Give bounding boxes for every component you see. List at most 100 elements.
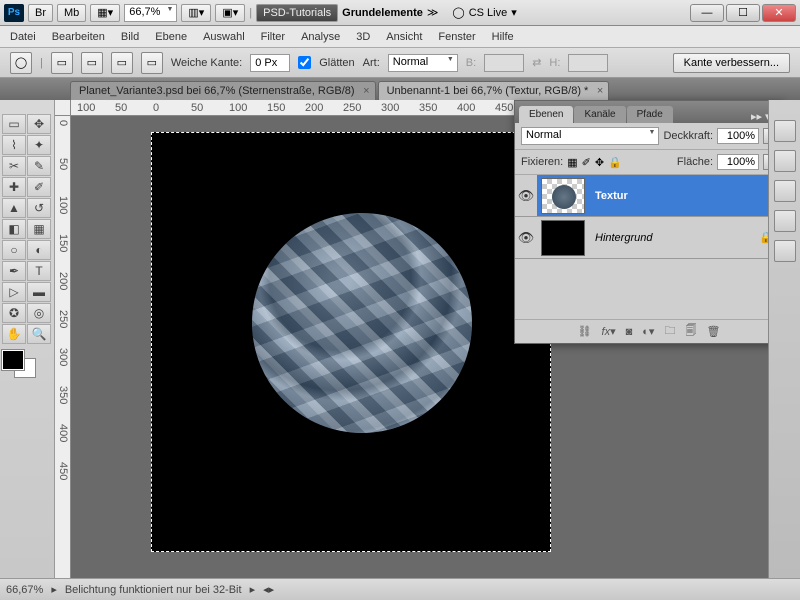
mask-icon[interactable]: ◙ [626, 326, 633, 338]
history-brush-icon[interactable]: ↺ [27, 198, 51, 218]
camera-tool-icon[interactable]: ◎ [27, 303, 51, 323]
tab-pfade[interactable]: Pfade [627, 106, 673, 123]
intersect-selection-icon[interactable]: ▭ [141, 52, 163, 74]
arrange-button[interactable]: ▥▾ [181, 4, 211, 22]
status-message: Belichtung funktioniert nur bei 32-Bit [65, 584, 242, 596]
anti-alias-checkbox[interactable] [298, 56, 311, 69]
move-tool-icon[interactable]: ▭ [2, 114, 26, 134]
lock-position-icon[interactable]: ✥ [595, 156, 604, 169]
crop-tool-icon[interactable]: ✂ [2, 156, 26, 176]
tab-kanaele[interactable]: Kanäle [574, 106, 625, 123]
tool-preset-icon[interactable]: ◯ [10, 52, 32, 74]
cs-live-button[interactable]: CS Live [469, 7, 508, 19]
canvas[interactable] [151, 132, 551, 552]
style-dropdown[interactable]: Normal [388, 54, 458, 72]
shape-tool-icon[interactable]: ▬ [27, 282, 51, 302]
brush-tool-icon[interactable]: ✐ [27, 177, 51, 197]
anti-alias-label: Glätten [319, 57, 354, 69]
delete-layer-icon[interactable]: 🗑 [706, 325, 720, 338]
ruler-vertical[interactable]: 0 50 100 150 200 250 300 350 400 450 [55, 116, 71, 578]
eraser-tool-icon[interactable]: ◧ [2, 219, 26, 239]
maximize-button[interactable]: ☐ [726, 4, 760, 22]
stamp-tool-icon[interactable]: ▲ [2, 198, 26, 218]
dock-swatches-icon[interactable] [774, 150, 796, 172]
path-tool-icon[interactable]: ▷ [2, 282, 26, 302]
zoom-tool-icon[interactable]: 🔍 [27, 324, 51, 344]
wand-tool-icon[interactable]: ✦ [27, 135, 51, 155]
psd-tutorials-button[interactable]: PSD-Tutorials [256, 4, 338, 22]
layer-hintergrund[interactable]: 👁 Hintergrund 🔒 [515, 217, 783, 259]
menu-analyse[interactable]: Analyse [301, 31, 340, 43]
menu-bild[interactable]: Bild [121, 31, 139, 43]
menu-3d[interactable]: 3D [356, 31, 370, 43]
opacity-input[interactable]: 100% [717, 128, 759, 144]
new-selection-icon[interactable]: ▭ [51, 52, 73, 74]
bridge-button[interactable]: Br [28, 4, 53, 22]
adjustment-icon[interactable]: ◐▾ [642, 325, 654, 338]
texture-circle [252, 213, 472, 433]
link-icon[interactable]: ⛓ [578, 325, 592, 338]
refine-edge-button[interactable]: Kante verbessern... [673, 53, 790, 73]
lock-all-icon[interactable]: 🔒 [608, 156, 622, 169]
zoom-dropdown[interactable]: 66,7% [124, 4, 177, 22]
color-swatch[interactable] [2, 350, 42, 380]
new-layer-icon[interactable]: 🗐 [685, 322, 696, 341]
layer-textur[interactable]: 👁 Textur [515, 175, 783, 217]
move-icon[interactable]: ✥ [27, 114, 51, 134]
dodge-tool-icon[interactable]: ◐ [27, 240, 51, 260]
menu-bearbeiten[interactable]: Bearbeiten [52, 31, 105, 43]
document-tab-2[interactable]: Unbenannt-1 bei 66,7% (Textur, RGB/8) * [378, 81, 610, 100]
dock-adjustments-icon[interactable] [774, 180, 796, 202]
blend-mode-dropdown[interactable]: Normal [521, 127, 659, 145]
lock-transparency-icon[interactable]: ▦ [567, 156, 577, 169]
3d-tool-icon[interactable]: ✪ [2, 303, 26, 323]
gradient-tool-icon[interactable]: ▦ [27, 219, 51, 239]
menu-datei[interactable]: Datei [10, 31, 36, 43]
height-input [568, 54, 608, 72]
menu-fenster[interactable]: Fenster [438, 31, 475, 43]
layer-name[interactable]: Textur [589, 190, 783, 202]
type-tool-icon[interactable]: T [27, 261, 51, 281]
toolbox: ▭✥ ⌇✦ ✂✎ ✚✐ ▲↺ ◧▦ ○◐ ✒T ▷▬ ✪◎ ✋🔍 [0, 100, 55, 578]
minimize-button[interactable]: — [690, 4, 724, 22]
blur-tool-icon[interactable]: ○ [2, 240, 26, 260]
heal-tool-icon[interactable]: ✚ [2, 177, 26, 197]
document-tab-1[interactable]: Planet_Variante3.psd bei 66,7% (Sternens… [70, 81, 376, 100]
visibility-icon[interactable]: 👁 [515, 175, 537, 216]
layer-thumbnail[interactable] [541, 220, 585, 256]
minibridge-button[interactable]: Mb [57, 4, 86, 22]
tab-ebenen[interactable]: Ebenen [519, 106, 573, 123]
group-icon[interactable]: 🗀 [664, 322, 675, 341]
eyedropper-tool-icon[interactable]: ✎ [27, 156, 51, 176]
fill-input[interactable]: 100% [717, 154, 759, 170]
lasso-tool-icon[interactable]: ⌇ [2, 135, 26, 155]
layer-thumbnail[interactable] [541, 178, 585, 214]
workspace-more[interactable]: ≫ [427, 6, 439, 19]
menu-ebene[interactable]: Ebene [155, 31, 187, 43]
workspace-label[interactable]: Grundelemente [342, 7, 423, 19]
close-button[interactable]: ✕ [762, 4, 796, 22]
menu-ansicht[interactable]: Ansicht [386, 31, 422, 43]
subtract-selection-icon[interactable]: ▭ [111, 52, 133, 74]
zoom-status[interactable]: 66,67% [6, 584, 43, 596]
add-selection-icon[interactable]: ▭ [81, 52, 103, 74]
dock-actions-icon[interactable] [774, 240, 796, 262]
status-bar: 66,67% ▸ Belichtung funktioniert nur bei… [0, 578, 800, 600]
lock-pixels-icon[interactable]: ✐ [582, 156, 591, 169]
hand-tool-icon[interactable]: ✋ [2, 324, 26, 344]
layer-name[interactable]: Hintergrund [589, 232, 759, 244]
menu-filter[interactable]: Filter [261, 31, 285, 43]
visibility-icon[interactable]: 👁 [515, 230, 537, 246]
canvas-area: 100 50 0 50 100 150 200 250 300 350 400 … [55, 100, 800, 578]
width-label: B: [466, 57, 476, 69]
feather-input[interactable] [250, 54, 290, 72]
layers-panel: Ebenen Kanäle Pfade ▸▸ ▾≡ Normal Deckkra… [514, 100, 784, 344]
menu-hilfe[interactable]: Hilfe [492, 31, 514, 43]
pen-tool-icon[interactable]: ✒ [2, 261, 26, 281]
view-extras-button[interactable]: ▦▾ [90, 4, 120, 22]
screen-mode-button[interactable]: ▣▾ [215, 4, 245, 22]
fx-icon[interactable]: fx▾ [602, 325, 616, 338]
menu-auswahl[interactable]: Auswahl [203, 31, 245, 43]
dock-color-icon[interactable] [774, 120, 796, 142]
dock-history-icon[interactable] [774, 210, 796, 232]
